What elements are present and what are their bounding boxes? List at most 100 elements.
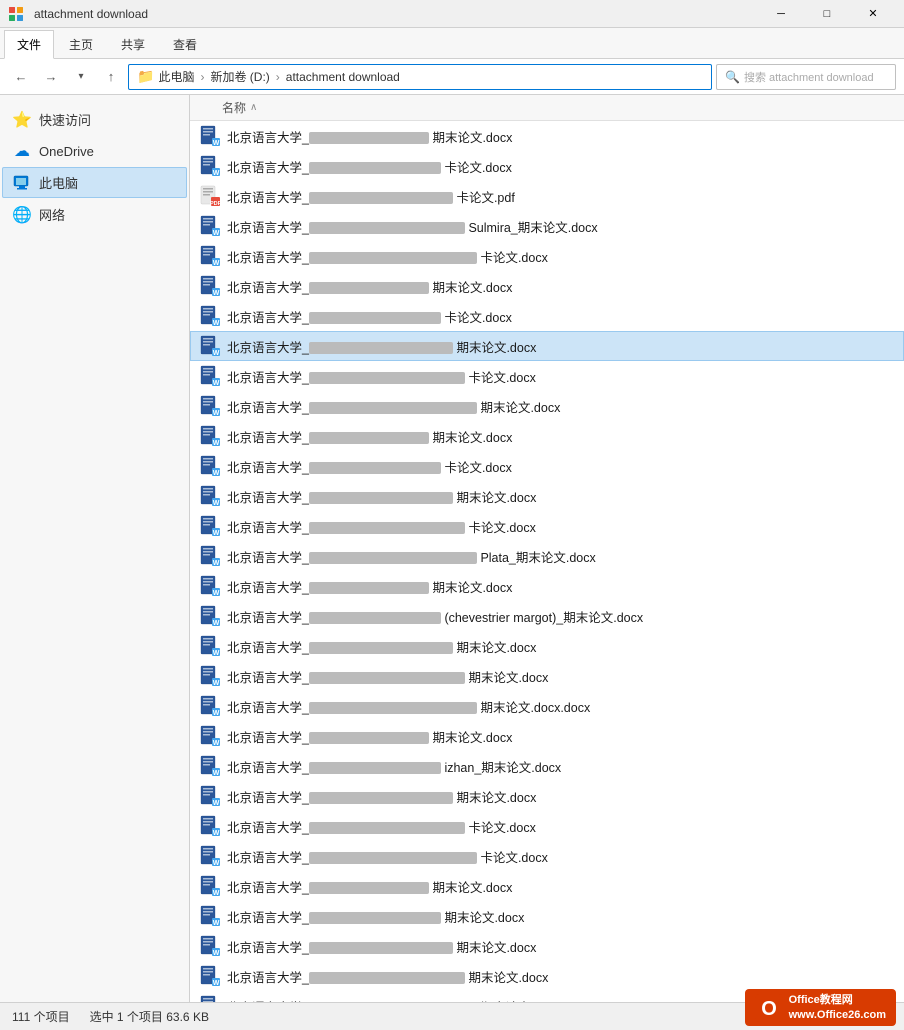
file-name: 北京语言大学_ 期末论文.docx: [227, 937, 895, 956]
file-type-icon: W: [199, 485, 221, 507]
file-name: 北京语言大学_ 期末论文.docx: [227, 397, 895, 416]
onedrive-icon: ☁: [13, 142, 31, 160]
office-badge[interactable]: O Office教程网 www.Office26.com: [745, 989, 896, 1026]
sidebar-label-network: 网络: [39, 205, 65, 224]
close-button[interactable]: ✕: [850, 0, 896, 28]
table-row[interactable]: W 北京语言大学_ 期末论文.docx: [190, 631, 904, 661]
table-row[interactable]: W 北京语言大学_ 期末论文.docx: [190, 481, 904, 511]
svg-text:W: W: [213, 590, 220, 597]
svg-text:W: W: [213, 500, 220, 507]
file-name: 北京语言大学_ 期末论文.docx: [227, 667, 895, 686]
window-icon: [8, 6, 24, 22]
table-row[interactable]: W 北京语言大学_ 期末论文.docx: [190, 901, 904, 931]
tab-view[interactable]: 查看: [160, 30, 210, 58]
up-button[interactable]: ↑: [98, 64, 124, 90]
search-box[interactable]: 🔍 搜索 attachment download: [716, 64, 896, 90]
address-folder-icon: 📁: [137, 68, 154, 85]
file-type-icon: W: [199, 965, 221, 987]
table-row[interactable]: W 北京语言大学_ 期末论文.docx: [190, 781, 904, 811]
file-type-icon: W: [199, 125, 221, 147]
svg-text:W: W: [213, 950, 220, 957]
table-row[interactable]: W 北京语言大学_ 期末论文.docx: [190, 421, 904, 451]
svg-text:W: W: [213, 710, 220, 717]
address-part-folder: attachment download: [286, 70, 400, 84]
table-row[interactable]: W 北京语言大学_ 卡论文.docx: [190, 151, 904, 181]
dropdown-button[interactable]: ▾: [68, 64, 94, 90]
table-row[interactable]: W 北京语言大学_ 卡论文.docx: [190, 241, 904, 271]
table-row[interactable]: W 北京语言大学_ izhan_期末论文.docx: [190, 751, 904, 781]
file-name: 北京语言大学_ 期末论文.docx: [227, 787, 895, 806]
table-row[interactable]: W 北京语言大学_ (chevestrier margot)_期末论文.docx: [190, 601, 904, 631]
svg-text:W: W: [213, 440, 220, 447]
file-name: 北京语言大学_ 期末论文.docx: [227, 337, 895, 356]
file-name: 北京语言大学_ 期末论文.docx: [227, 877, 895, 896]
table-row[interactable]: W 北京语言大学_ 期末论文.docx.docx: [190, 691, 904, 721]
svg-text:W: W: [213, 530, 220, 537]
table-row[interactable]: W 北京语言大学_ 卡论文.docx: [190, 841, 904, 871]
nav-bar: ← → ▾ ↑ 📁 此电脑 › 新加卷 (D:) › attachment do…: [0, 59, 904, 95]
address-bar[interactable]: 📁 此电脑 › 新加卷 (D:) › attachment download: [128, 64, 712, 90]
file-name: 北京语言大学_ 卡论文.docx: [227, 367, 895, 386]
file-name: 北京语言大学_ 卡论文.pdf: [227, 187, 895, 206]
file-type-icon: W: [199, 515, 221, 537]
table-row[interactable]: W 北京语言大学_ 期末论文.docx: [190, 271, 904, 301]
file-name: 北京语言大学_ 卡论文.docx: [227, 517, 895, 536]
file-type-icon: W: [199, 755, 221, 777]
table-row[interactable]: PDF 北京语言大学_ 卡论文.pdf: [190, 181, 904, 211]
file-name: 北京语言大学_ 卡论文.docx: [227, 247, 895, 266]
title-bar: attachment download ─ □ ✕: [0, 0, 904, 28]
forward-button[interactable]: →: [38, 64, 64, 90]
table-row[interactable]: W 北京语言大学_ 期末论文.docx: [190, 871, 904, 901]
file-area: 名称 ∧ W 北京语言大学_ 期末论文.docx: [190, 95, 904, 1002]
sidebar-item-quick-access[interactable]: ⭐ 快速访问: [2, 104, 187, 135]
svg-text:W: W: [213, 140, 220, 147]
file-type-icon: W: [199, 245, 221, 267]
table-row[interactable]: W 北京语言大学_ 卡论文.docx: [190, 811, 904, 841]
file-header: 名称 ∧: [190, 95, 904, 121]
file-name: 北京语言大学_ 期末论文.docx: [227, 637, 895, 656]
table-row[interactable]: W 北京语言大学_ 卡论文.docx: [190, 301, 904, 331]
office-logo: O: [755, 994, 783, 1022]
table-row[interactable]: W 北京语言大学_ 期末论文.docx: [190, 331, 904, 361]
file-type-icon: W: [199, 815, 221, 837]
svg-text:W: W: [213, 470, 220, 477]
table-row[interactable]: W 北京语言大学_ 卡论文.docx: [190, 451, 904, 481]
table-row[interactable]: W 北京语言大学_ 卡论文.docx: [190, 511, 904, 541]
sidebar-item-this-pc[interactable]: 此电脑: [2, 167, 187, 198]
table-row[interactable]: W 北京语言大学_ Plata_期末论文.docx: [190, 541, 904, 571]
tab-home[interactable]: 主页: [56, 30, 106, 58]
table-row[interactable]: W 北京语言大学_ 期末论文.docx: [190, 121, 904, 151]
table-row[interactable]: W 北京语言大学_ 期末论文.docx: [190, 931, 904, 961]
file-type-icon: PDF: [199, 185, 221, 207]
file-name: 北京语言大学_ 期末论文.docx: [227, 487, 895, 506]
table-row[interactable]: W 北京语言大学_ 期末论文.docx: [190, 391, 904, 421]
file-type-icon: W: [199, 575, 221, 597]
file-type-icon: W: [199, 875, 221, 897]
table-row[interactable]: W 北京语言大学_ 卡论文.docx: [190, 361, 904, 391]
file-name: 北京语言大学_ 期末论文.docx: [227, 277, 895, 296]
table-row[interactable]: W 北京语言大学_ Sulmira_期末论文.docx: [190, 211, 904, 241]
tab-share[interactable]: 共享: [108, 30, 158, 58]
minimize-button[interactable]: ─: [758, 0, 804, 28]
svg-text:W: W: [213, 290, 220, 297]
file-list: W 北京语言大学_ 期末论文.docx W 北京语言大学_ 卡论文.docx: [190, 121, 904, 1002]
sidebar-item-network[interactable]: 🌐 网络: [2, 199, 187, 230]
file-type-icon: W: [199, 155, 221, 177]
table-row[interactable]: W 北京语言大学_ 期末论文.docx: [190, 721, 904, 751]
file-type-icon: W: [199, 905, 221, 927]
file-type-icon: W: [199, 935, 221, 957]
file-type-icon: W: [199, 275, 221, 297]
table-row[interactable]: W 北京语言大学_ 期末论文.docx: [190, 961, 904, 991]
tab-file[interactable]: 文件: [4, 30, 54, 59]
table-row[interactable]: W 北京语言大学_ 期末论文.docx: [190, 661, 904, 691]
svg-text:W: W: [213, 410, 220, 417]
sidebar-item-onedrive[interactable]: ☁ OneDrive: [2, 136, 187, 166]
office-badge-text: Office教程网 www.Office26.com: [789, 993, 886, 1022]
selected-info: 选中 1 个项目 63.6 KB: [90, 1008, 209, 1025]
table-row[interactable]: W 北京语言大学_ 期末论文.docx: [190, 571, 904, 601]
maximize-button[interactable]: □: [804, 0, 850, 28]
svg-text:W: W: [213, 800, 220, 807]
back-button[interactable]: ←: [8, 64, 34, 90]
file-type-icon: W: [199, 635, 221, 657]
svg-text:W: W: [213, 170, 220, 177]
